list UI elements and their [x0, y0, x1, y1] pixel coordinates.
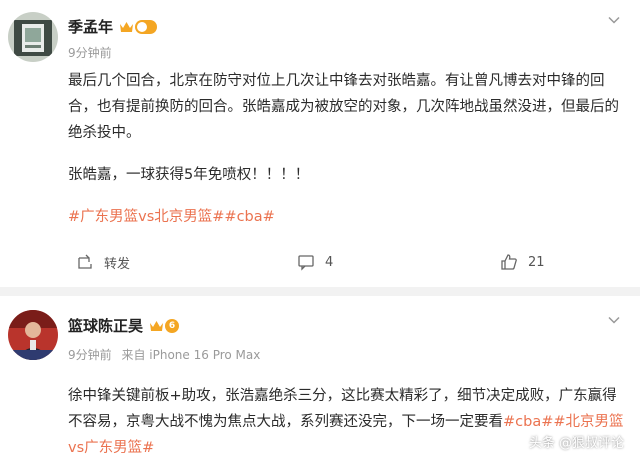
author-name[interactable]: 季孟年	[68, 16, 158, 37]
comment-count: 4	[325, 254, 334, 270]
chevron-down-icon[interactable]	[608, 14, 620, 26]
action-bar: 转发 4 21	[0, 253, 640, 283]
post-time: 9分钟前	[68, 46, 112, 60]
author-name-text[interactable]: 篮球陈正昊	[68, 315, 143, 336]
repost-icon	[78, 254, 92, 269]
author-name-text[interactable]: 季孟年	[68, 16, 113, 37]
like-button[interactable]: 21	[500, 253, 545, 271]
repost-label: 转发	[104, 257, 131, 272]
chevron-down-icon[interactable]	[608, 314, 620, 326]
crown-icon	[120, 22, 134, 32]
comment-button[interactable]: 4	[297, 253, 333, 271]
member-badge: 6	[149, 318, 180, 333]
level-pill	[135, 19, 158, 34]
watermark-text: 头条 @狠叔评论	[528, 436, 624, 451]
post-paragraph: 张皓嘉，一球获得5年免喷权！！！！	[68, 167, 310, 183]
member-badge	[119, 19, 158, 34]
like-count: 21	[528, 254, 545, 270]
repost-button[interactable]: 转发	[76, 253, 130, 272]
avatar[interactable]	[8, 310, 58, 360]
level-badge: 6	[165, 318, 180, 333]
crown-icon	[150, 321, 164, 331]
post-card: 季孟年 9分钟前 最后几个回合，北京在防守对位上几次让中锋去对张皓嘉。有让曾凡博…	[0, 0, 640, 287]
watermark: 头条 @狠叔评论	[529, 432, 624, 451]
post-paragraph: 最后几个回合，北京在防守对位上几次让中锋去对张皓嘉。有让曾凡博去对中锋的回合，也…	[68, 73, 619, 141]
avatar[interactable]	[8, 12, 58, 62]
thumbs-up-icon	[501, 254, 517, 270]
post-body: 最后几个回合，北京在防守对位上几次让中锋去对张皓嘉。有让曾凡博去对中锋的回合，也…	[68, 68, 628, 230]
post-card: 篮球陈正昊 6 9分钟前 来自 iPhone 16 Pro Max 徐中锋关键前…	[0, 296, 640, 457]
post-meta: 9分钟前 来自 iPhone 16 Pro Max	[68, 346, 260, 363]
post-time: 9分钟前	[68, 348, 112, 362]
post-source: 来自 iPhone 16 Pro Max	[121, 348, 261, 362]
author-name[interactable]: 篮球陈正昊 6	[68, 315, 180, 336]
comment-icon	[298, 255, 314, 271]
hashtag-links[interactable]: #广东男篮vs北京男篮##cba#	[68, 204, 628, 230]
